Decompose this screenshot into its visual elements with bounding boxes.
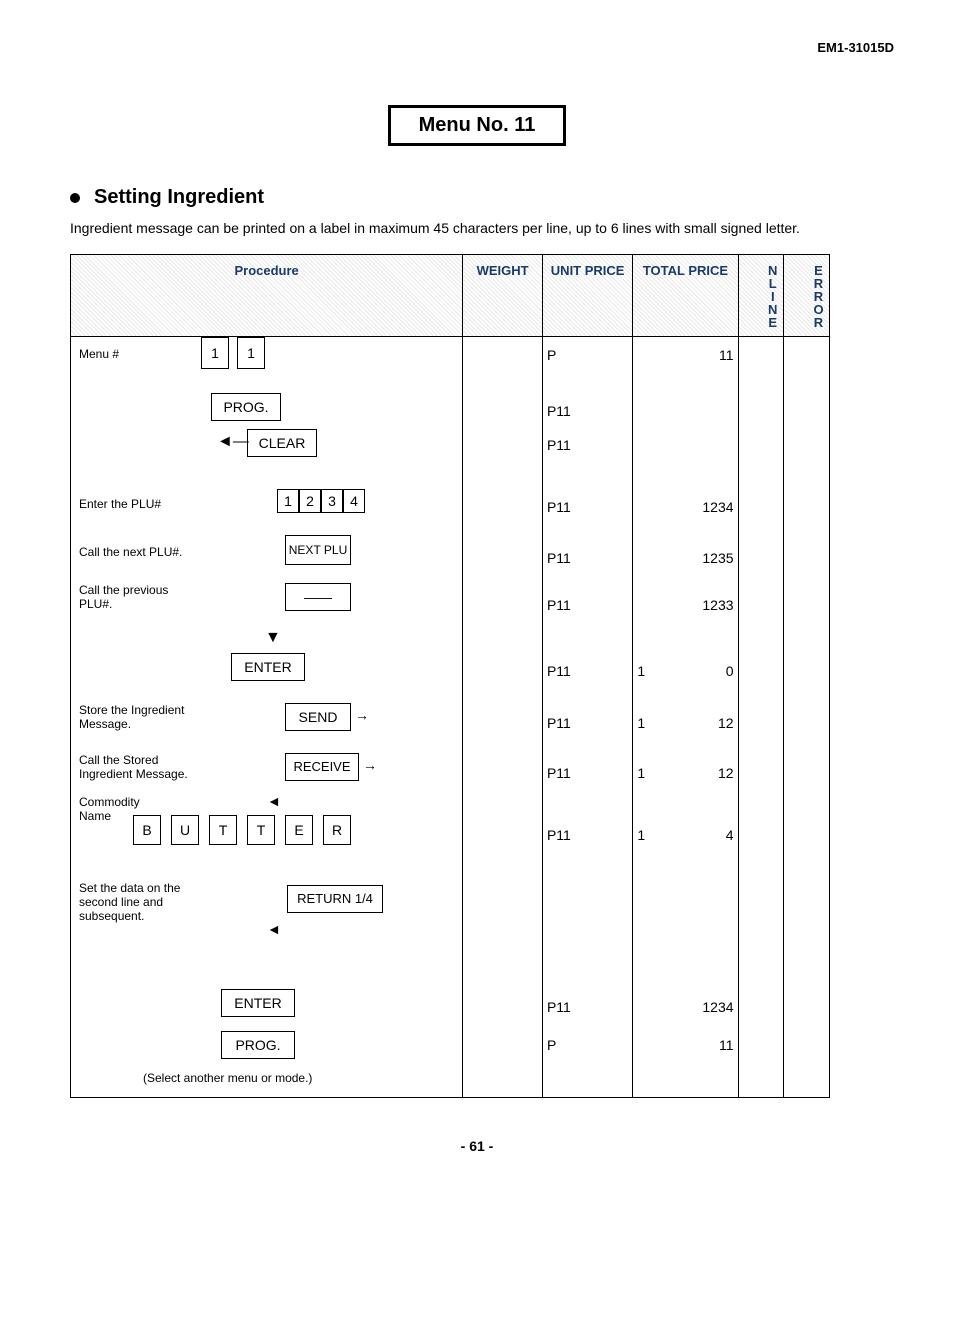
recall-ingredient-label: Call the Stored Ingredient Message. xyxy=(79,753,209,781)
total-price-cells: 11 1234 1235 1233 10 112 112 14 1234 11 xyxy=(633,336,738,1097)
enter-key: ENTER xyxy=(221,989,295,1017)
col-total-price: TOTAL PRICE xyxy=(633,254,738,336)
letter-key: E xyxy=(285,815,313,845)
unit-price-value: P11 xyxy=(547,715,571,731)
col-nline: NLINE xyxy=(738,254,784,336)
total-price-value: 14 xyxy=(637,827,733,843)
store-ingredient-label: Store the Ingredient Message. xyxy=(79,703,199,731)
prev-plu-label: Call the previous PLU#. xyxy=(79,583,189,611)
unit-price-value: P11 xyxy=(547,437,571,453)
error-cells xyxy=(784,336,830,1097)
total-price-value: 112 xyxy=(637,765,733,781)
intro-paragraph: Ingredient message can be printed on a l… xyxy=(70,219,884,238)
total-price-value: 11 xyxy=(637,1037,733,1053)
key-digit: 4 xyxy=(343,489,365,513)
page-number: - 61 - xyxy=(60,1138,894,1154)
unit-price-value: P11 xyxy=(547,765,571,781)
prog-key: PROG. xyxy=(221,1031,295,1059)
letter-key: T xyxy=(247,815,275,845)
clear-key: CLEAR xyxy=(247,429,317,457)
total-price-value: 11 xyxy=(637,347,733,363)
arrow-left-icon: ◄ xyxy=(267,921,281,937)
col-error: ERROR xyxy=(784,254,830,336)
prog-key: PROG. xyxy=(211,393,281,421)
unit-price-value: P11 xyxy=(547,550,571,566)
letter-key: R xyxy=(323,815,351,845)
arrow-right-icon: → xyxy=(363,757,377,773)
send-key: SEND xyxy=(285,703,351,731)
col-procedure: Procedure xyxy=(71,254,463,336)
section-heading: Setting Ingredient xyxy=(70,186,894,209)
dash-key: —— xyxy=(285,583,351,611)
col-weight: WEIGHT xyxy=(463,254,543,336)
letter-key: B xyxy=(133,815,161,845)
arrow-down-icon: ▼ xyxy=(265,629,281,647)
total-price-value: 1233 xyxy=(637,597,733,613)
key-digit: 1 xyxy=(201,337,229,369)
unit-price-value: P11 xyxy=(547,499,571,515)
unit-price-cells: P P11 P11 P11 P11 P11 P11 P11 P11 P11 P11 P xyxy=(542,336,632,1097)
second-line-label: Set the data on the second line and subs… xyxy=(79,881,209,923)
weight-cells xyxy=(463,336,543,1097)
total-price-value: 112 xyxy=(637,715,733,731)
arrow-left-icon: ◄ xyxy=(267,793,281,809)
unit-price-value: P11 xyxy=(547,597,571,613)
key-digit: 3 xyxy=(321,489,343,513)
receive-key: RECEIVE xyxy=(285,753,359,781)
menu-title-box: Menu No. 11 xyxy=(388,105,567,146)
enter-key: ENTER xyxy=(231,653,305,681)
letter-key: T xyxy=(209,815,237,845)
document-id: EM1-31015D xyxy=(60,40,894,55)
arrow-left-icon: ◄— xyxy=(217,433,249,451)
heading-text: Setting Ingredient xyxy=(94,186,264,208)
procedure-flow: Menu # 1 1 PROG. CLEAR ◄— Enter the PLU#… xyxy=(71,337,462,1097)
unit-price-value: P11 xyxy=(547,663,571,679)
unit-price-value: P11 xyxy=(547,827,571,843)
total-price-value: 1234 xyxy=(637,499,733,515)
unit-price-value: P11 xyxy=(547,999,571,1015)
bullet-icon xyxy=(70,193,80,203)
arrow-right-icon: → xyxy=(355,707,369,723)
key-digit: 1 xyxy=(237,337,265,369)
letter-key: U xyxy=(171,815,199,845)
unit-price-value: P xyxy=(547,347,556,363)
footer-note: (Select another menu or mode.) xyxy=(143,1071,312,1085)
col-unit-price: UNIT PRICE xyxy=(542,254,632,336)
unit-price-value: P11 xyxy=(547,403,571,419)
total-price-value: 1234 xyxy=(637,999,733,1015)
enter-plu-label: Enter the PLU# xyxy=(79,497,161,511)
key-digit: 2 xyxy=(299,489,321,513)
unit-price-value: P xyxy=(547,1037,556,1053)
next-plu-key: NEXT PLU xyxy=(285,535,351,565)
menu-number-label: Menu # xyxy=(79,347,119,361)
nline-cells xyxy=(738,336,784,1097)
total-price-value: 1235 xyxy=(637,550,733,566)
total-price-value: 10 xyxy=(637,663,733,679)
procedure-table: Procedure WEIGHT UNIT PRICE TOTAL PRICE … xyxy=(70,254,830,1098)
next-plu-label: Call the next PLU#. xyxy=(79,545,182,559)
key-digit: 1 xyxy=(277,489,299,513)
return-key: RETURN 1/4 xyxy=(287,885,383,913)
